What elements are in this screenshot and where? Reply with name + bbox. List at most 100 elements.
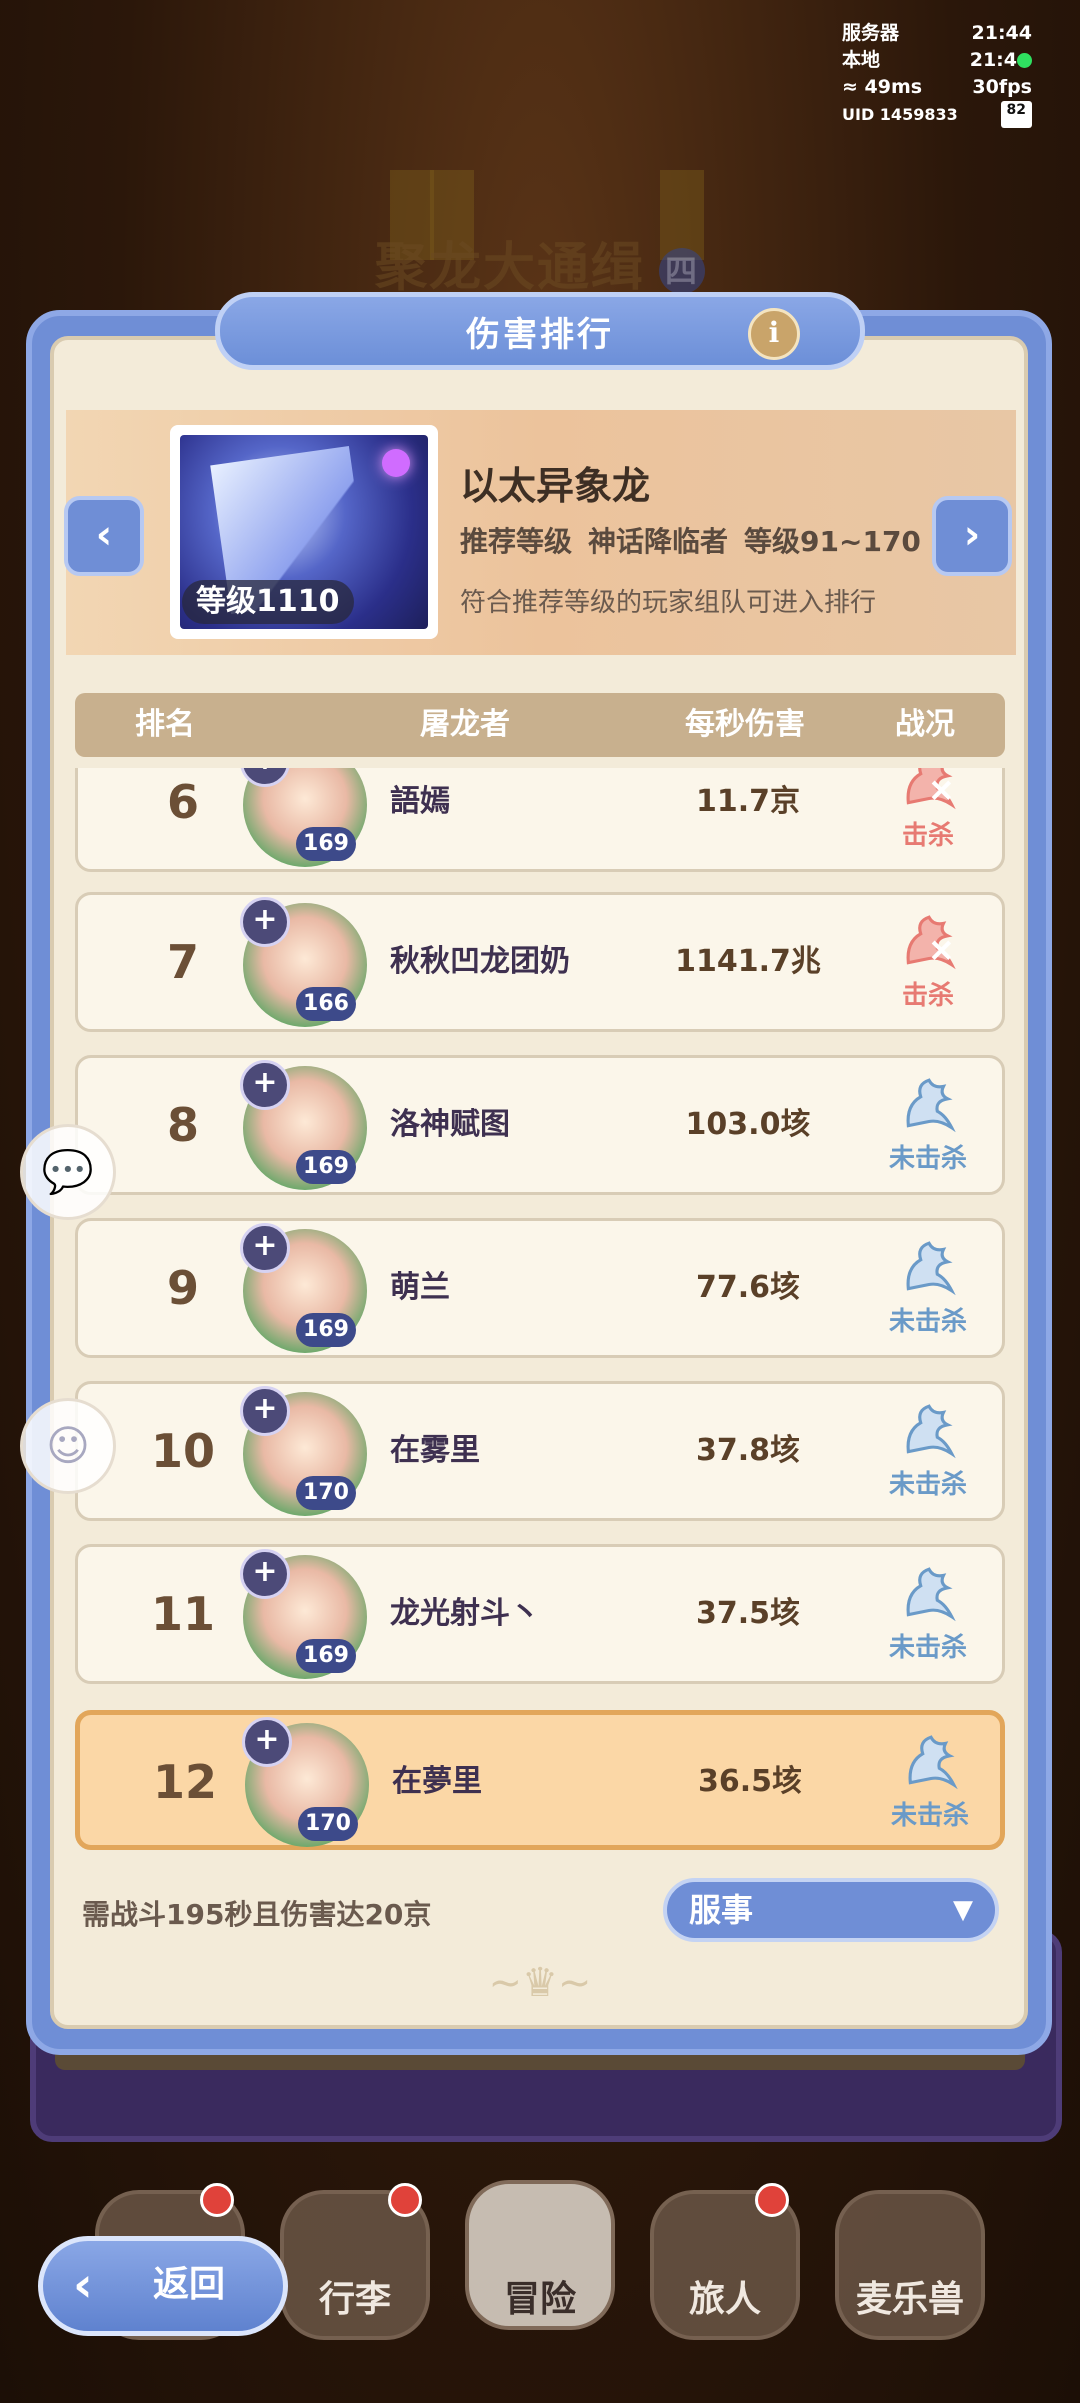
battle-status-label: 未击杀 xyxy=(888,1633,967,1663)
guild-badge-icon: + xyxy=(240,1223,290,1273)
recommend-label: 推荐等级 xyxy=(460,525,573,558)
table-row[interactable]: 12 + 170 在夢里 36.5垓 未击杀 xyxy=(75,1710,1005,1850)
info-icon[interactable]: i xyxy=(748,308,800,360)
recommend-tier: 神话降临者 xyxy=(588,525,729,558)
battle-status: 击杀 xyxy=(858,768,998,869)
rank-number: 7 xyxy=(166,935,199,989)
battery-icon: 82 xyxy=(1000,101,1032,128)
companion-button[interactable]: ☺ xyxy=(20,1398,116,1494)
battle-status: 未击杀 xyxy=(860,1715,1000,1849)
boss-recommendation: 推荐等级 神话降临者 等级91~170 xyxy=(460,520,937,560)
slain-dragon-icon xyxy=(906,768,956,810)
rank-number: 12 xyxy=(152,1755,217,1809)
guild-badge-icon: + xyxy=(240,1549,290,1599)
player-name: 語嫣 xyxy=(390,784,450,819)
back-button[interactable]: ‹ 返回 xyxy=(38,2236,288,2336)
guild-badge-icon: + xyxy=(240,1060,290,1110)
player-name: 萌兰 xyxy=(390,1270,450,1305)
battle-status-label: 击杀 xyxy=(901,821,954,851)
recommend-level-range: 等级91~170 xyxy=(744,525,921,558)
status-hud: 服务器 21:44 本地 21:4 ≈ 49ms 30fps UID 1459833 8… xyxy=(842,20,1032,128)
fps: 30fps xyxy=(972,76,1032,98)
rank-number: 11 xyxy=(150,1587,215,1641)
header-slayer: 屠龙者 xyxy=(420,707,510,742)
background-title: 聚龙大通缉四 xyxy=(0,225,1080,300)
boss-level-badge: 等级1110 xyxy=(182,580,354,624)
next-boss-button[interactable]: › xyxy=(932,496,1012,576)
boss-note: 符合推荐等级的玩家组队可进入排行 xyxy=(460,588,877,618)
header-rank: 排名 xyxy=(135,707,195,742)
player-name: 洛神赋图 xyxy=(390,1107,510,1142)
player-dps: 11.7京 xyxy=(695,784,801,819)
element-orb-icon xyxy=(382,449,410,477)
player-dps: 103.0垓 xyxy=(685,1107,811,1142)
player-name: 龙光射斗丶 xyxy=(390,1596,540,1631)
chat-icon: 💬 xyxy=(41,1147,95,1196)
connection-dot-icon xyxy=(1017,53,1032,68)
dragon-icon xyxy=(908,1735,958,1790)
player-dps: 37.8垓 xyxy=(695,1433,801,1468)
table-row[interactable]: 9 + 169 萌兰 77.6垓 未击杀 xyxy=(75,1218,1005,1358)
player-dps: 36.5垓 xyxy=(697,1764,803,1799)
nav-luggage-label: 行李 xyxy=(318,2279,391,2320)
player-dps: 37.5垓 xyxy=(695,1596,801,1631)
rank-number: 6 xyxy=(166,775,199,829)
boss-name: 以太异象龙 xyxy=(460,464,651,508)
header-status: 战况 xyxy=(895,707,955,742)
nav-traveler-label: 旅人 xyxy=(688,2279,761,2320)
guild-badge-icon: + xyxy=(240,897,290,947)
player-level: 166 xyxy=(296,987,356,1021)
rank-number: 8 xyxy=(166,1098,199,1152)
back-arrow-icon: ‹ xyxy=(73,2257,93,2313)
table-row[interactable]: 7 + 166 秋秋凹龙团奶 1141.7兆 击杀 xyxy=(75,892,1005,1032)
server-time: 21:44 xyxy=(971,22,1032,44)
requirement-note: 需战斗195秒且伤害达20京 xyxy=(82,1898,432,1931)
ping: 49ms xyxy=(864,76,923,98)
chevron-right-icon: › xyxy=(963,512,981,558)
rank-number: 10 xyxy=(150,1424,215,1478)
caret-down-icon: ▼ xyxy=(953,1895,973,1925)
player-level: 170 xyxy=(298,1807,358,1841)
dragon-icon xyxy=(906,1567,956,1622)
dragon-icon xyxy=(906,1404,956,1459)
player-dps: 1141.7兆 xyxy=(675,944,821,979)
battle-status: 未击杀 xyxy=(858,1058,998,1192)
table-row[interactable]: 10 + 170 在雾里 37.8垓 未击杀 xyxy=(75,1381,1005,1521)
dragon-icon xyxy=(906,1078,956,1133)
battle-status: 未击杀 xyxy=(858,1221,998,1355)
player-name: 秋秋凹龙团奶 xyxy=(390,944,570,979)
header-dps: 每秒伤害 xyxy=(685,707,805,742)
battle-status-label: 未击杀 xyxy=(888,1470,967,1500)
battle-status: 未击杀 xyxy=(858,1547,998,1681)
player-name: 在夢里 xyxy=(392,1764,482,1799)
guild-badge-icon: + xyxy=(242,1717,292,1767)
player-level: 169 xyxy=(296,1150,356,1184)
battle-status-label: 未击杀 xyxy=(890,1801,969,1831)
table-row[interactable]: 6 + 169 語嫣 11.7京 击杀 xyxy=(75,768,1005,872)
table-row[interactable]: 8 + 169 洛神赋图 103.0垓 未击杀 xyxy=(75,1055,1005,1195)
rank-number: 9 xyxy=(166,1261,199,1315)
uid: UID 1459833 xyxy=(842,105,958,124)
server-label: 服务器 xyxy=(842,22,900,44)
ranking-list[interactable]: 6 + 169 語嫣 11.7京 击杀 7 + 166 秋秋凹龙团奶 1141.… xyxy=(75,768,1005,1858)
server-select[interactable]: 服事 ▼ xyxy=(663,1878,999,1942)
battle-status: 击杀 xyxy=(858,895,998,1029)
player-level: 169 xyxy=(296,1639,356,1673)
slain-dragon-icon xyxy=(906,915,956,970)
guild-badge-icon: + xyxy=(240,1386,290,1436)
battle-status-label: 未击杀 xyxy=(888,1307,967,1337)
prev-boss-button[interactable]: ‹ xyxy=(64,496,144,576)
notification-dot xyxy=(755,2183,789,2217)
notification-dot xyxy=(200,2183,234,2217)
server-select-value: 服事 xyxy=(689,1891,754,1929)
chevron-left-icon: ‹ xyxy=(95,512,113,558)
table-row[interactable]: 11 + 169 龙光射斗丶 37.5垓 未击杀 xyxy=(75,1544,1005,1684)
dragon-icon xyxy=(906,1241,956,1296)
dialog-title: 伤害排行 xyxy=(466,314,614,355)
local-label: 本地 xyxy=(842,49,881,71)
player-level: 169 xyxy=(296,1313,356,1347)
ornament-icon: ~♛~ xyxy=(488,1960,592,2006)
player-level: 169 xyxy=(296,827,356,861)
local-time: 21:4 xyxy=(969,49,1017,71)
chat-button[interactable]: 💬 xyxy=(20,1124,116,1220)
